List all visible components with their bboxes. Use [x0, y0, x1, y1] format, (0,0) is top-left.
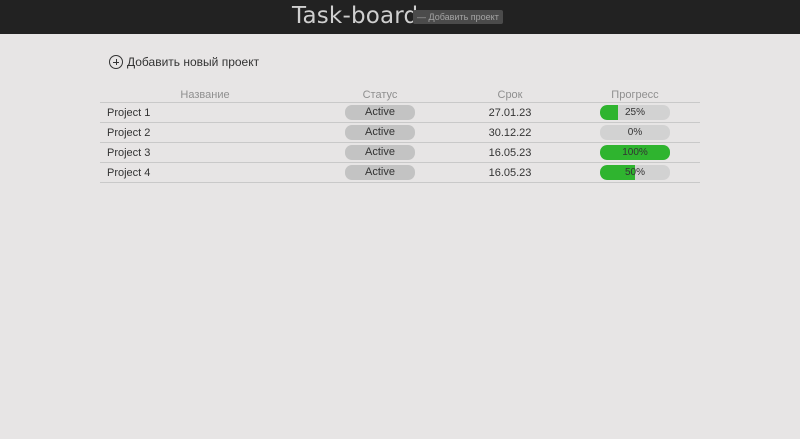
status-cell: Active	[310, 122, 450, 143]
status-badge[interactable]: Active	[345, 105, 415, 120]
table-row[interactable]: Project 4 Active 16.05.23 50%	[100, 162, 700, 183]
progress-label: 0%	[627, 127, 643, 138]
add-new-project-label: Добавить новый проект	[127, 55, 260, 69]
add-project-header-button[interactable]: — Добавить проект	[413, 10, 503, 24]
project-name[interactable]: Project 4	[100, 162, 310, 183]
projects-table: Название Статус Срок Прогресс Project 1 …	[100, 87, 700, 183]
progress-cell: 100%	[570, 142, 700, 163]
status-cell: Active	[310, 142, 450, 163]
progress-label: 50%	[624, 167, 645, 178]
deadline-cell: 27.01.23	[450, 102, 570, 123]
plus-circle-icon	[109, 55, 123, 69]
status-cell: Active	[310, 102, 450, 123]
table-row[interactable]: Project 1 Active 27.01.23 25%	[100, 102, 700, 123]
table-row[interactable]: Project 2 Active 30.12.22 0%	[100, 122, 700, 143]
progress-cell: 50%	[570, 162, 700, 183]
progress-cell: 25%	[570, 102, 700, 123]
status-badge[interactable]: Active	[345, 145, 415, 160]
column-header-deadline[interactable]: Срок	[450, 87, 570, 103]
status-badge[interactable]: Active	[345, 165, 415, 180]
deadline-cell: 16.05.23	[450, 142, 570, 163]
progress-cell: 0%	[570, 122, 700, 143]
progress-bar: 50%	[600, 165, 670, 180]
column-header-name[interactable]: Название	[100, 87, 310, 103]
progress-bar: 0%	[600, 125, 670, 140]
top-navbar: Task-board — Добавить проект	[0, 0, 800, 34]
project-name[interactable]: Project 3	[100, 142, 310, 163]
progress-bar: 25%	[600, 105, 670, 120]
deadline-cell: 30.12.22	[450, 122, 570, 143]
project-name[interactable]: Project 2	[100, 122, 310, 143]
progress-label: 100%	[622, 147, 648, 158]
add-new-project-button[interactable]: Добавить новый проект	[109, 55, 259, 69]
status-cell: Active	[310, 162, 450, 183]
progress-label: 25%	[624, 107, 645, 118]
column-header-progress[interactable]: Прогресс	[570, 87, 700, 103]
progress-bar: 100%	[600, 145, 670, 160]
table-header-row: Название Статус Срок Прогресс	[100, 87, 700, 103]
app-title: Task-board	[292, 3, 419, 29]
table-row[interactable]: Project 3 Active 16.05.23 100%	[100, 142, 700, 163]
project-name[interactable]: Project 1	[100, 102, 310, 123]
deadline-cell: 16.05.23	[450, 162, 570, 183]
status-badge[interactable]: Active	[345, 125, 415, 140]
column-header-status[interactable]: Статус	[310, 87, 450, 103]
